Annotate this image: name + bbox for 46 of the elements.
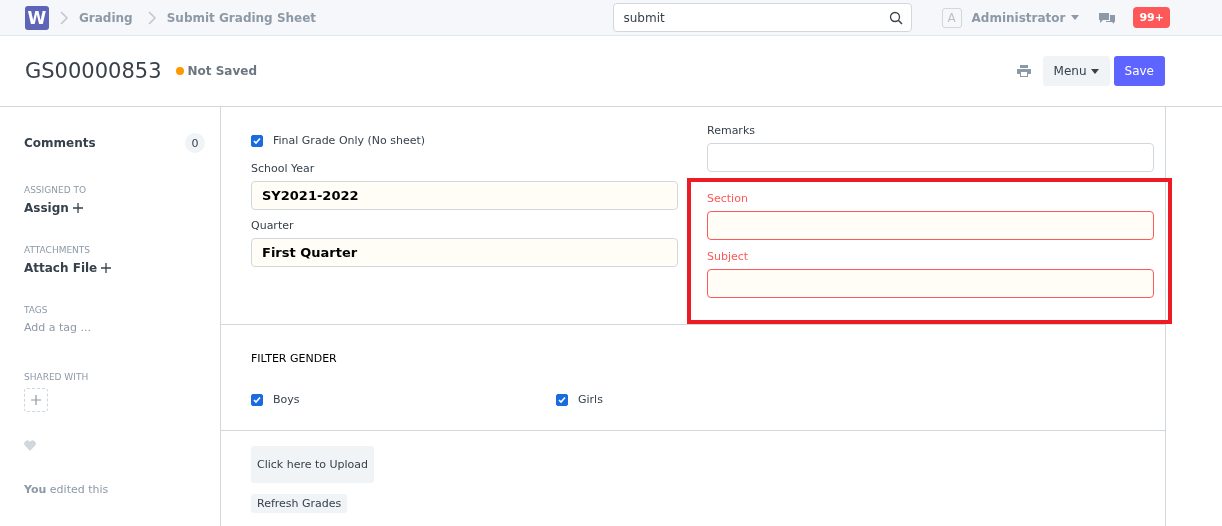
- document-title: GS00000853: [25, 59, 162, 83]
- caret-icon: [1071, 15, 1080, 20]
- section-heading: SHARED WITH: [24, 372, 90, 382]
- section-heading: ATTACHMENTS: [24, 245, 92, 255]
- caret-icon: [1090, 68, 1099, 74]
- field-label: Remarks: [707, 124, 756, 137]
- menu-button[interactable]: Menu: [1042, 56, 1110, 86]
- assign-link[interactable]: Assign: [24, 201, 205, 215]
- share-button[interactable]: [24, 388, 48, 412]
- section-heading: ASSIGNED TO: [24, 185, 87, 195]
- comment-count: 0: [185, 133, 205, 153]
- comments-label[interactable]: Comments: [24, 136, 96, 150]
- attach-file-link[interactable]: Attach File: [24, 261, 205, 275]
- input-field[interactable]: [707, 269, 1154, 298]
- section-heading: TAGS: [24, 305, 49, 315]
- printer-icon[interactable]: [1016, 65, 1031, 77]
- input-field[interactable]: SY2021-2022: [251, 181, 678, 210]
- chat-icon[interactable]: [1099, 10, 1116, 25]
- final-grade-checkbox[interactable]: Final Grade Only (No sheet): [251, 134, 678, 147]
- chevron-icon: [146, 10, 157, 25]
- check-icon: [253, 136, 261, 145]
- field-label: Section: [707, 192, 749, 205]
- field-label: Subject: [707, 250, 750, 263]
- gender-checkbox[interactable]: Girls: [556, 393, 756, 406]
- plus-icon: [72, 203, 83, 213]
- save-button[interactable]: Save: [1113, 56, 1165, 86]
- refresh-button[interactable]: Refresh Grades: [251, 494, 348, 513]
- search-icon: [888, 10, 903, 25]
- upload-button[interactable]: Click here to Upload: [251, 446, 375, 483]
- chevron-icon: [59, 10, 69, 25]
- check-icon: [253, 395, 261, 404]
- app-logo[interactable]: W: [25, 5, 49, 30]
- remarks-field[interactable]: [707, 143, 1154, 172]
- gender-checkbox[interactable]: Boys: [251, 393, 556, 406]
- field-label: Quarter: [251, 219, 295, 232]
- activity-text: You edited this: [24, 483, 110, 496]
- field-label: School Year: [251, 162, 316, 175]
- plus-icon: [31, 395, 41, 405]
- input-field[interactable]: First Quarter: [251, 238, 678, 267]
- check-icon: [558, 395, 566, 404]
- heart-icon[interactable]: [24, 440, 36, 451]
- section-heading: FILTER GENDER: [251, 352, 338, 365]
- input-field[interactable]: [707, 211, 1154, 240]
- plus-icon: [101, 263, 112, 273]
- status-label: Not Saved: [187, 64, 257, 78]
- search-field[interactable]: submit: [612, 3, 912, 32]
